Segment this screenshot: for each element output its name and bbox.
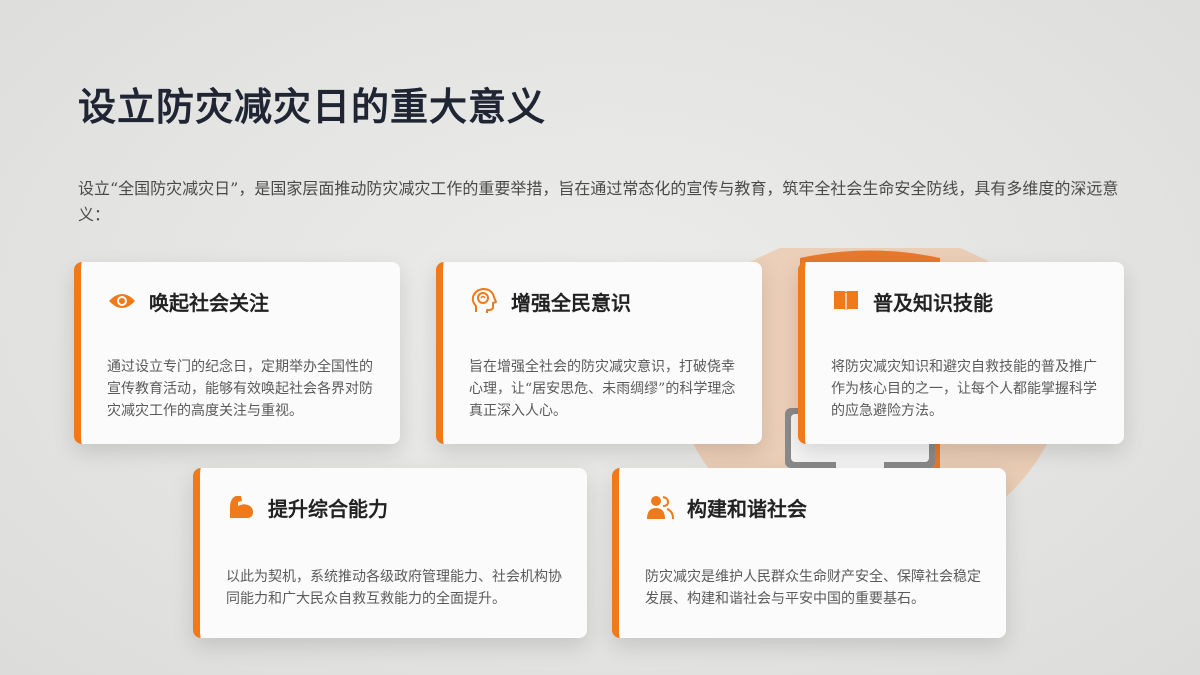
card-body: 旨在增强全社会的防灾减灾意识，打破侥幸心理，让“居安思危、未雨绸缪”的科学理念真… — [469, 359, 736, 419]
page-title: 设立防灾减灾日的重大意义 — [78, 84, 547, 129]
card-title: 构建和谐社会 — [687, 496, 807, 521]
card-body: 以此为契机，系统推动各级政府管理能力、社会机构协同能力和广大民众自救互救能力的全… — [226, 569, 562, 607]
card-social-attention: 唤起社会关注 通过设立专门的纪念日，定期举办全国性的宣传教育活动，能够有效唤起社… — [74, 262, 400, 444]
card-title: 普及知识技能 — [873, 290, 993, 315]
brain-head-icon — [469, 286, 499, 316]
card-harmonious-society: 构建和谐社会 防灾减灾是维护人民群众生命财产安全、保障社会稳定发展、构建和谐社会… — [612, 468, 1006, 638]
card-body: 通过设立专门的纪念日，定期举办全国性的宣传教育活动，能够有效唤起社会各界对防灾减… — [107, 359, 373, 419]
card-body: 防灾减灾是维护人民群众生命财产安全、保障社会稳定发展、构建和谐社会与平安中国的重… — [645, 569, 981, 607]
card-title: 增强全民意识 — [511, 290, 631, 315]
card-title: 提升综合能力 — [268, 496, 388, 521]
muscle-arm-icon — [226, 492, 256, 522]
book-icon — [831, 286, 861, 316]
intro-paragraph: 设立“全国防灾减灾日”，是国家层面推动防灾减灾工作的重要举措，旨在通过常态化的宣… — [78, 179, 1119, 224]
card-public-awareness: 增强全民意识 旨在增强全社会的防灾减灾意识，打破侥幸心理，让“居安思危、未雨绸缪… — [436, 262, 762, 444]
card-knowledge-skills: 普及知识技能 将防灾减灾知识和避灾自救技能的普及推广作为核心目的之一，让每个人都… — [798, 262, 1124, 444]
people-icon — [645, 492, 675, 522]
eye-icon — [107, 286, 137, 316]
card-comprehensive-capability: 提升综合能力 以此为契机，系统推动各级政府管理能力、社会机构协同能力和广大民众自… — [193, 468, 587, 638]
card-title: 唤起社会关注 — [149, 290, 269, 315]
card-body: 将防灾减灾知识和避灾自救技能的普及推广作为核心目的之一，让每个人都能掌握科学的应… — [831, 359, 1097, 419]
